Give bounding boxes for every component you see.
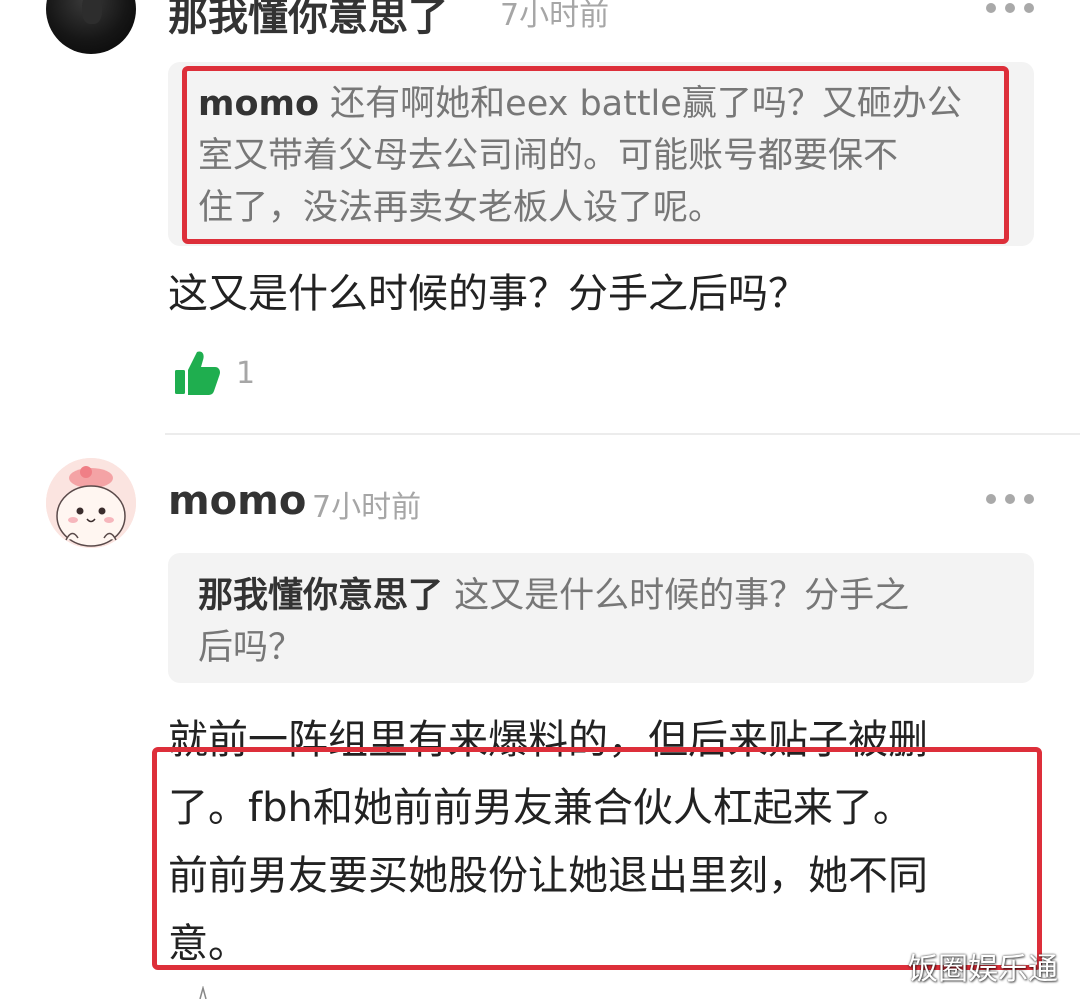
dot	[1024, 494, 1034, 504]
avatar-photo-detail	[82, 0, 102, 24]
dot	[1005, 494, 1015, 504]
quoted-reply-line: 后吗？	[198, 628, 304, 668]
thumbs-up-icon	[175, 351, 220, 395]
quoted-reply-line: 那我懂你意思了 这又是什么时候的事？分手之	[198, 570, 1008, 622]
like-count: 1	[236, 355, 256, 391]
like-button[interactable]: 1	[172, 348, 255, 398]
dot	[1024, 3, 1034, 13]
quoted-author-name: 那我懂你意思了	[198, 576, 444, 616]
avatar[interactable]	[46, 0, 136, 54]
highlight-annotation-box	[152, 747, 1042, 970]
quoted-reply-text: 那我懂你意思了 这又是什么时候的事？分手之 后吗？	[198, 570, 1008, 674]
comment-author-name[interactable]: 那我懂你意思了	[168, 0, 448, 42]
dot	[986, 3, 996, 13]
highlight-annotation-box	[182, 66, 1009, 244]
comment-timestamp: 7小时前	[312, 490, 422, 525]
dot	[986, 494, 996, 504]
quoted-reply-fragment: 这又是什么时候的事？分手之	[443, 576, 910, 616]
next-comment-edge	[199, 986, 207, 999]
avatar[interactable]	[46, 458, 136, 548]
more-icon[interactable]	[986, 493, 1034, 505]
watermark: 饭圈娱乐通	[908, 952, 1058, 987]
avatar-illustration	[46, 458, 136, 548]
dot	[1005, 3, 1015, 13]
comment-author-name[interactable]: momo	[168, 478, 306, 524]
comment-divider	[165, 433, 1080, 435]
comment-timestamp: 7小时前	[500, 0, 610, 33]
comment-body: 这又是什么时候的事？分手之后吗？	[168, 266, 808, 322]
more-icon[interactable]	[986, 2, 1034, 14]
comment-body-line: 这又是什么时候的事？分手之后吗？	[168, 271, 808, 317]
